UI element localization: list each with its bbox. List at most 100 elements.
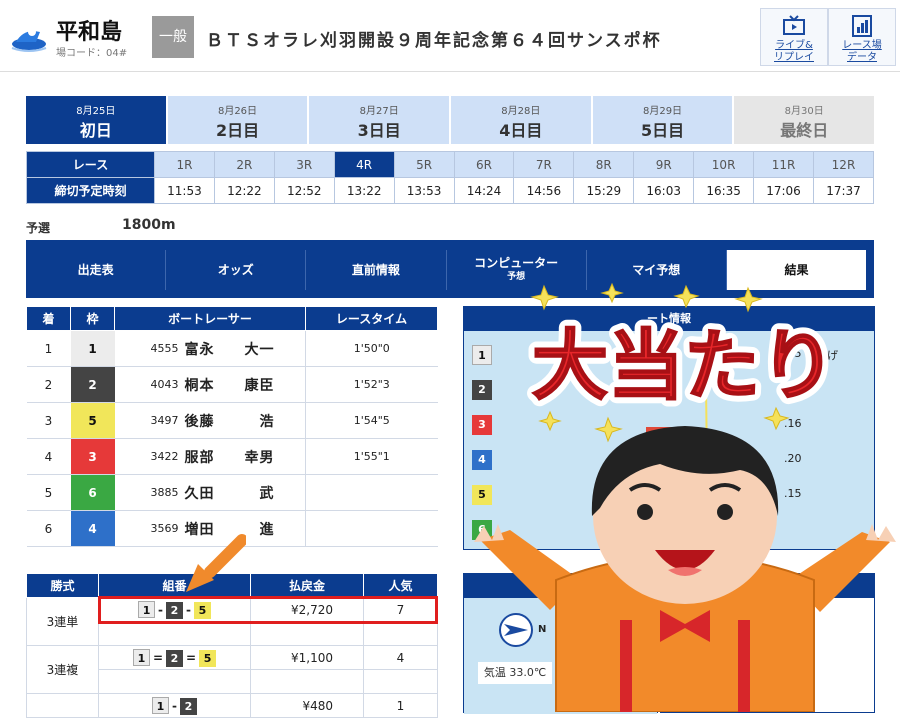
content-tabs: 出走表 オッズ 直前情報 コンピューター 予想 マイ予想 結果 (26, 240, 874, 298)
racer-name[interactable]: 久田 武 (184, 474, 306, 511)
table-row: 1-2 ¥480 1 (26, 693, 438, 718)
race-tab-6r[interactable]: 6R (453, 151, 515, 178)
race-tab-7r[interactable]: 7R (513, 151, 575, 178)
live-replay-label: ライブ& リプレイ (774, 40, 814, 63)
start-row: 1 .15 逃げ (472, 341, 872, 367)
arrow-icon (186, 534, 246, 592)
day-name: 最終日 (780, 121, 829, 140)
combo-boat: 1 (152, 696, 169, 714)
race-tab-4r[interactable]: 4R (333, 151, 395, 178)
waku-cell: 2 (70, 366, 115, 403)
rank-cell: 5 (26, 474, 71, 511)
race-tab-12r[interactable]: 12R (812, 151, 875, 178)
day-tab-2[interactable]: 8月26日 2日目 (167, 96, 308, 144)
tab-entry[interactable]: 出走表 (26, 250, 167, 290)
refund-panel: 返還 (660, 573, 875, 713)
deadline-time: 12:22 (213, 177, 275, 204)
start-row: 6 (472, 516, 872, 542)
temperature: 気温 33.0℃ (478, 662, 552, 684)
table-row: 4 3 3422 服部 幸男 1'55"1 (26, 438, 438, 475)
rank-cell: 1 (26, 330, 71, 367)
deadline-time: 16:35 (693, 177, 755, 204)
race-tab-11r[interactable]: 11R (753, 151, 814, 178)
race-time: 1'55"1 (305, 438, 438, 475)
tab-computer-label: コンピューター (474, 256, 559, 270)
kimarite: 逃げ (816, 349, 838, 362)
day-name: 5日目 (640, 121, 685, 140)
tab-result[interactable]: 結果 (726, 250, 867, 290)
rank-cell: 6 (26, 510, 71, 547)
water-panel: 水面 N 気温 33.0℃ (463, 573, 658, 714)
waku-badge: 1 (472, 345, 492, 365)
racer-name[interactable]: 後藤 浩 (184, 402, 306, 439)
deadline-time: 14:24 (453, 177, 515, 204)
combo-sep: = (152, 650, 163, 665)
waku-cell: 1 (70, 330, 115, 367)
col-waku: 枠 (70, 306, 115, 331)
popularity: 4 (363, 645, 438, 670)
start-timing: .15 (784, 487, 802, 500)
water-body: N 気温 33.0℃ (464, 598, 657, 714)
day-date: 8月29日 (642, 106, 683, 117)
race-label: レース (26, 151, 155, 178)
racer-name[interactable]: 富永 大一 (184, 330, 306, 367)
combo-sep: = (186, 650, 197, 665)
bet-kind: 3連単 (26, 597, 99, 646)
race-tab-5r[interactable]: 5R (393, 151, 455, 178)
empty-cell (363, 669, 438, 694)
racer-number: 3885 (114, 474, 185, 511)
day-date: 8月30日 (784, 106, 824, 117)
day-tabs: 8月25日 初日 8月26日 2日目 8月27日 3日目 8月28日 4日目 8月29日… (26, 96, 875, 144)
race-tab-8r[interactable]: 8R (573, 151, 635, 178)
day-tab-3[interactable]: 8月27日 3日目 (309, 96, 450, 144)
deadline-time: 17:06 (753, 177, 814, 204)
deadline-time: 12:52 (273, 177, 335, 204)
waku-cell: 6 (70, 474, 115, 511)
table-row: 3連複 1 = 2 = 5 ¥1,100 4 (26, 645, 438, 694)
col-kind: 勝式 (26, 573, 99, 598)
live-replay-button[interactable]: ライブ& リプレイ (760, 8, 828, 66)
empty-cell (363, 621, 438, 646)
day-date: 8月28日 (501, 106, 541, 117)
waku-cell: 4 (70, 510, 115, 547)
combo-sep: - (172, 698, 177, 713)
start-info-panel: ート情報 1.15 逃げ 2.12 3.16 4.20 5.15 6 (463, 306, 875, 550)
day-date: 8月26日 (217, 106, 258, 117)
deadline-row: 締切予定時刻 11:53 12:22 12:52 13:22 13:53 14:… (26, 177, 875, 204)
venue-data-button[interactable]: レース場 データ (828, 8, 896, 66)
race-time (305, 474, 438, 511)
col-amount: 払戻金 (250, 573, 364, 598)
chart-icon (852, 15, 872, 37)
combo-boat: 2 (166, 649, 183, 667)
race-type: 予選 (26, 221, 51, 235)
deadline-label: 締切予定時刻 (26, 177, 155, 204)
tab-my-prediction[interactable]: マイ予想 (587, 250, 727, 290)
refund-title: 返還 (661, 574, 874, 598)
table-row: 3 5 3497 後藤 浩 1'54"5 (26, 402, 438, 439)
race-tab-10r[interactable]: 10R (693, 151, 755, 178)
racer-name[interactable]: 桐本 康臣 (184, 366, 306, 403)
start-timing: .15 (784, 347, 802, 360)
racer-number: 4555 (114, 330, 185, 367)
race-number-row: レース 1R 2R 3R 4R 5R 6R 7R 8R 9R 10R 11R 1… (26, 151, 875, 178)
race-tab-1r[interactable]: 1R (154, 151, 215, 178)
table-row: 1 1 4555 富永 大一 1'50"0 (26, 330, 438, 367)
combo-boat: 5 (199, 649, 217, 667)
race-tab-9r[interactable]: 9R (633, 151, 695, 178)
race-time (305, 510, 438, 547)
empty-cell (98, 621, 251, 646)
race-tab-3r[interactable]: 3R (273, 151, 335, 178)
day-tab-1[interactable]: 8月25日 初日 (26, 96, 166, 144)
race-tab-2r[interactable]: 2R (213, 151, 275, 178)
day-tab-4[interactable]: 8月28日 4日目 (451, 96, 591, 144)
tab-pre-info[interactable]: 直前情報 (306, 250, 447, 290)
bet-kind (26, 693, 99, 718)
day-tab-5[interactable]: 8月29日 5日目 (592, 96, 733, 144)
empty-cell (250, 621, 364, 646)
deadline-time: 13:22 (333, 177, 395, 204)
tab-computer[interactable]: コンピューター 予想 (447, 250, 587, 290)
racer-name[interactable]: 服部 幸男 (184, 438, 306, 475)
tab-odds[interactable]: オッズ (166, 250, 307, 290)
waku-cell: 3 (70, 438, 115, 475)
day-name: 初日 (79, 121, 112, 140)
